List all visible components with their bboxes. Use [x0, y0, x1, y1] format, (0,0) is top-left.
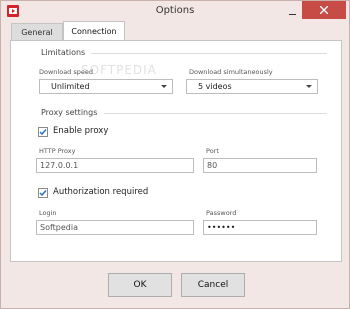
port-input[interactable]: 80: [203, 158, 317, 173]
tab-general[interactable]: General: [11, 23, 63, 40]
enable-proxy-label: Enable proxy: [53, 126, 109, 136]
download-speed-select[interactable]: Unlimited: [39, 79, 173, 94]
close-icon: [320, 6, 328, 14]
download-speed-value: Unlimited: [51, 82, 90, 91]
chevron-down-icon: [161, 85, 167, 88]
limitations-divider: [91, 53, 327, 54]
download-simultaneously-label: Download simultaneously: [189, 68, 273, 76]
cancel-button[interactable]: Cancel: [181, 273, 245, 297]
tab-connection[interactable]: Connection: [63, 21, 125, 41]
enable-proxy-checkbox[interactable]: [38, 127, 48, 137]
http-proxy-input[interactable]: 127.0.0.1: [36, 158, 194, 173]
chevron-down-icon: [306, 85, 312, 88]
authorization-label: Authorization required: [53, 187, 149, 197]
watermark: SOFTPEDIA: [81, 63, 157, 77]
authorization-checkbox[interactable]: [38, 188, 48, 198]
proxy-divider: [104, 113, 327, 114]
minimize-button[interactable]: [288, 8, 297, 17]
check-icon: [39, 190, 47, 197]
login-input[interactable]: Softpedia: [36, 220, 194, 235]
port-label: Port: [206, 147, 219, 155]
check-icon: [39, 129, 47, 136]
download-simultaneously-value: 5 videos: [198, 82, 232, 91]
title-bar: Options: [1, 1, 349, 22]
login-label: Login: [39, 209, 57, 217]
limitations-heading: Limitations: [41, 48, 86, 57]
close-button[interactable]: [302, 1, 346, 19]
password-label: Password: [206, 209, 237, 217]
options-window: Options General Connection Limitations D…: [0, 0, 350, 309]
proxy-heading: Proxy settings: [41, 108, 98, 117]
http-proxy-label: HTTP Proxy: [39, 147, 76, 155]
password-input[interactable]: ••••••: [203, 220, 317, 235]
ok-button[interactable]: OK: [108, 273, 172, 297]
download-simultaneously-select[interactable]: 5 videos: [186, 79, 318, 94]
